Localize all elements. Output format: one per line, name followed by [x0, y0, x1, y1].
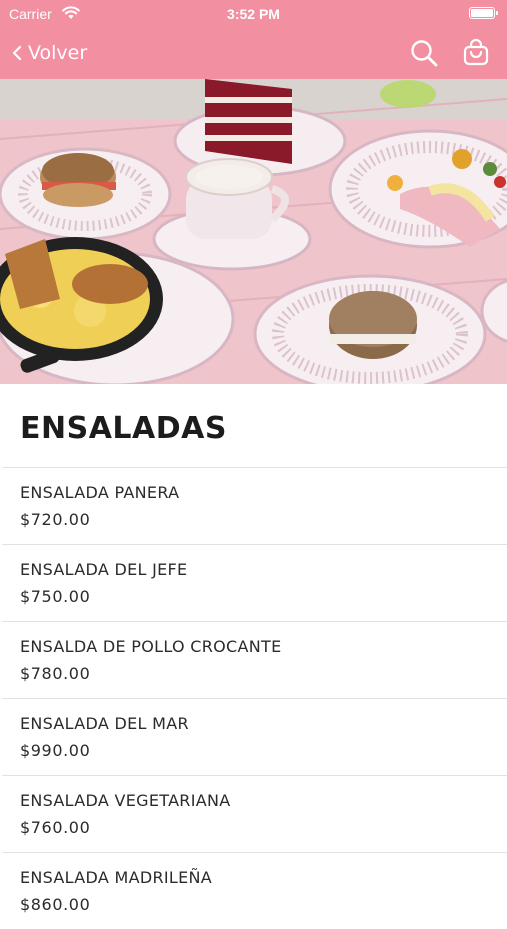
list-item[interactable]: ENSALADA DEL MAR $990.00 — [2, 698, 507, 775]
back-label: Volver — [28, 42, 88, 64]
section-title: ENSALADAS — [20, 411, 227, 446]
item-name: ENSALADA VEGETARIANA — [20, 791, 231, 810]
item-price: $750.00 — [20, 587, 91, 606]
navigation-bar: Volver — [0, 28, 507, 79]
menu-list: ENSALADA PANERA $720.00 ENSALADA DEL JEF… — [0, 467, 507, 929]
item-name: ENSALADA DEL JEFE — [20, 560, 188, 579]
item-price: $860.00 — [20, 895, 91, 914]
list-item[interactable]: ENSALADA PANERA $720.00 — [2, 467, 507, 544]
list-item[interactable]: ENSALADA VEGETARIANA $760.00 — [2, 775, 507, 852]
item-price: $720.00 — [20, 510, 91, 529]
clock: 3:52 PM — [227, 6, 280, 22]
search-icon[interactable] — [409, 38, 439, 68]
list-item[interactable]: ENSALADA MADRILEÑA $860.00 — [2, 852, 507, 929]
item-price: $990.00 — [20, 741, 91, 760]
item-name: ENSALADA DEL MAR — [20, 714, 189, 733]
chevron-left-icon — [12, 45, 22, 61]
item-name: ENSALADA MADRILEÑA — [20, 868, 213, 887]
hero-food-photo — [0, 79, 507, 384]
item-name: ENSALADA PANERA — [20, 483, 180, 502]
battery-icon — [469, 7, 498, 19]
item-price: $780.00 — [20, 664, 91, 683]
list-item[interactable]: ENSALADA DEL JEFE $750.00 — [2, 544, 507, 621]
status-bar: Carrier 3:52 PM — [0, 0, 507, 28]
back-button[interactable]: Volver — [12, 40, 87, 66]
shopping-bag-icon[interactable] — [461, 38, 491, 68]
item-price: $760.00 — [20, 818, 91, 837]
list-item[interactable]: ENSALDA DE POLLO CROCANTE $780.00 — [2, 621, 507, 698]
item-name: ENSALDA DE POLLO CROCANTE — [20, 637, 282, 656]
